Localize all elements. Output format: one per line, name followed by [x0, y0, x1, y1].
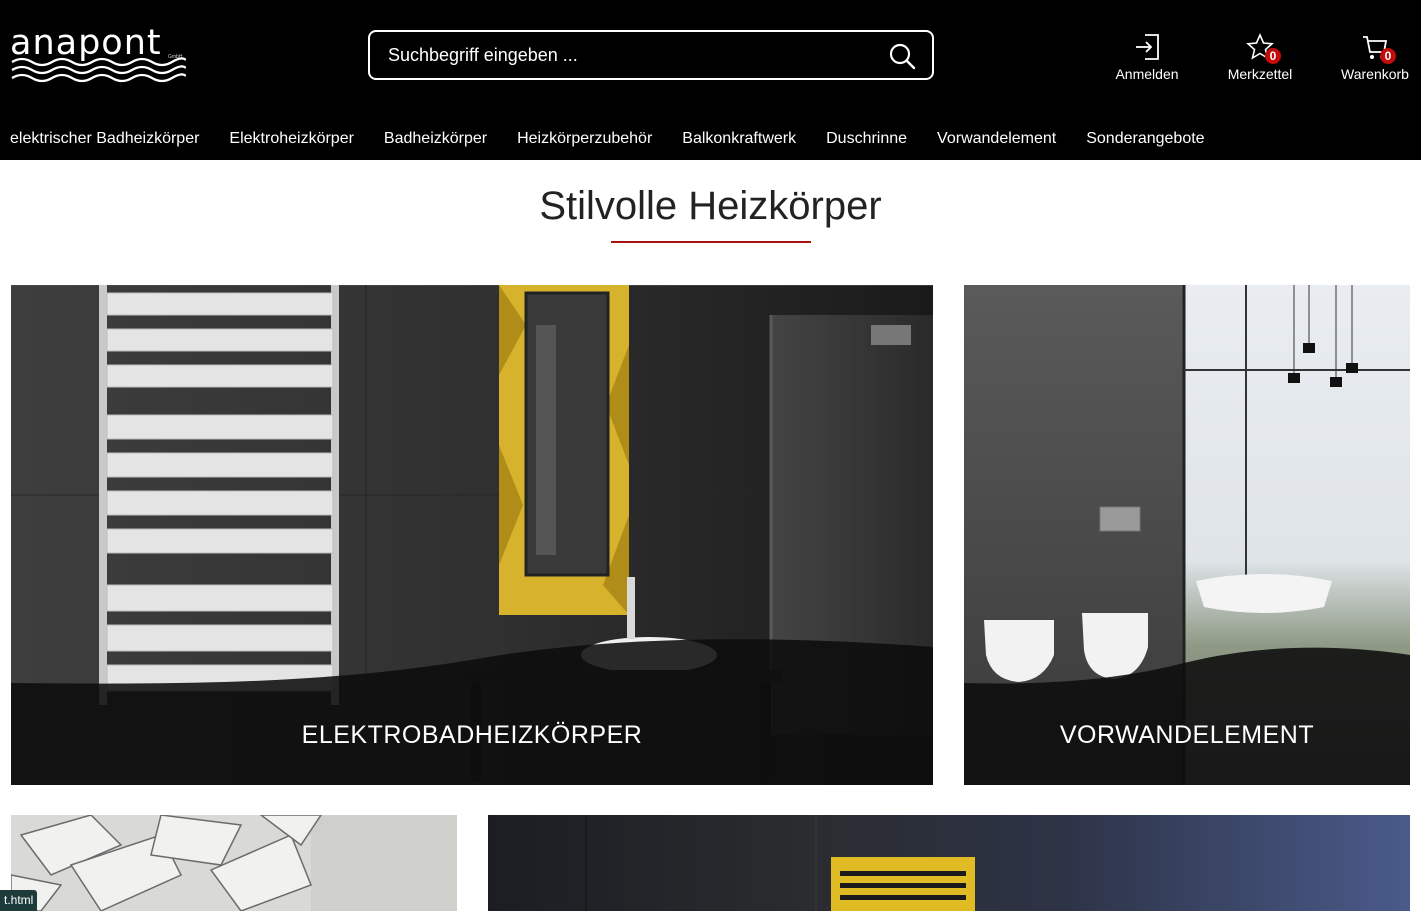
- tile-image-design-radiator: [11, 815, 457, 911]
- category-tile-elektrobadheizkoerper[interactable]: ELEKTROBADHEIZKÖRPER: [11, 285, 933, 785]
- tile-label-elektrobadheizkoerper: ELEKTROBADHEIZKÖRPER: [301, 721, 643, 749]
- tile-image-bathroom-radiator: [11, 285, 933, 785]
- nav-item-heizkoerperzubehoer[interactable]: Heizkörperzubehör: [517, 128, 652, 152]
- wishlist-label: Merkzettel: [1227, 66, 1293, 82]
- nav-item-vorwandelement[interactable]: Vorwandelement: [937, 128, 1056, 152]
- logo[interactable]: anapont GmbH: [10, 26, 190, 88]
- login-label: Anmelden: [1115, 66, 1179, 82]
- title-underline: [611, 241, 811, 243]
- category-tile-vorwandelement[interactable]: VORWANDELEMENT: [964, 285, 1410, 785]
- cart-icon: 0: [1360, 32, 1396, 64]
- search-box: [368, 30, 934, 80]
- tile-label-vorwandelement: VORWANDELEMENT: [1059, 721, 1315, 749]
- status-bar-url: t.html: [0, 890, 38, 911]
- category-tile-designheizkoerper[interactable]: [11, 815, 457, 911]
- nav-item-elektrischer-badheizkoerper[interactable]: elektrischer Badheizkörper: [10, 128, 199, 152]
- nav-item-elektroheizkoerper[interactable]: Elektroheizkörper: [229, 128, 354, 152]
- nav-item-badheizkoerper[interactable]: Badheizkörper: [384, 128, 487, 152]
- wishlist-count-badge: 0: [1265, 48, 1281, 64]
- section-title: Stilvolle Heizkörper: [539, 184, 882, 228]
- cart-button[interactable]: 0 Warenkorb: [1336, 32, 1414, 82]
- login-button[interactable]: Anmelden: [1108, 32, 1186, 82]
- nav-item-sonderangebote[interactable]: Sonderangebote: [1086, 128, 1204, 152]
- logo-waves-icon: [11, 57, 186, 83]
- wishlist-button[interactable]: 0 Merkzettel: [1222, 32, 1298, 82]
- star-icon: 0: [1245, 32, 1281, 64]
- cart-count-badge: 0: [1380, 48, 1396, 64]
- category-tile-badheizkoerper[interactable]: [488, 815, 1410, 911]
- header-bar: anapont GmbH Anmelden 0: [0, 0, 1421, 160]
- login-icon: [1132, 32, 1162, 62]
- main-nav: elektrischer Badheizkörper Elektroheizkö…: [10, 128, 1205, 152]
- tile-image-yellow-radiator: [488, 815, 1410, 911]
- nav-item-balkonkraftwerk[interactable]: Balkonkraftwerk: [682, 128, 796, 152]
- search-icon[interactable]: [888, 42, 916, 70]
- nav-item-duschrinne[interactable]: Duschrinne: [826, 128, 907, 152]
- cart-label: Warenkorb: [1341, 66, 1409, 82]
- logo-text: anapont: [10, 23, 162, 63]
- tile-image-bathroom-toilet: [964, 285, 1410, 785]
- search-input[interactable]: [388, 32, 868, 78]
